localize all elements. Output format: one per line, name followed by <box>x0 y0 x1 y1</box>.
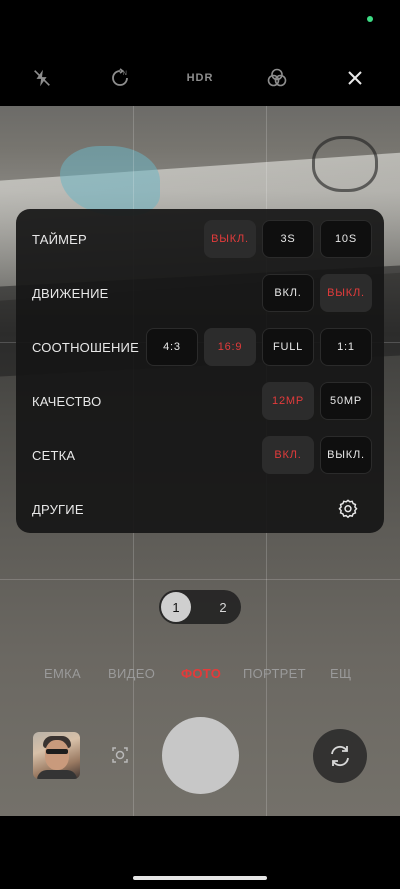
aspect-option-full[interactable]: FULL <box>262 328 314 366</box>
timer-option-3s[interactable]: 3S <box>262 220 314 258</box>
motion-option-off[interactable]: ВЫКЛ. <box>320 274 372 312</box>
filters-icon[interactable] <box>264 65 290 91</box>
grid-option-on[interactable]: ВКЛ. <box>262 436 314 474</box>
settings-row-label: СООТНОШЕНИЕ <box>32 340 139 355</box>
camera-settings-panel: ТАЙМЕР ВЫКЛ. 3S 10S ДВИЖЕНИЕ ВКЛ. ВЫКЛ. … <box>16 209 384 533</box>
close-icon[interactable] <box>342 65 368 91</box>
settings-row-other[interactable]: ДРУГИЕ <box>16 490 384 530</box>
camera-mode-carousel: ЕМКА ВИДЕО ФОТО ПОРТРЕТ ЕЩ <box>0 664 400 686</box>
grid-option-off[interactable]: ВЫКЛ. <box>320 436 372 474</box>
aspect-option-1-1[interactable]: 1:1 <box>320 328 372 366</box>
settings-row-quality: КАЧЕСТВО 12MP 50MP <box>16 382 384 422</box>
gallery-thumbnail[interactable] <box>33 732 80 779</box>
thumbnail-face <box>45 740 69 770</box>
lens-switch-icon[interactable] <box>110 745 130 765</box>
settings-row-label: ДРУГИЕ <box>32 502 84 517</box>
switch-camera-icon[interactable] <box>313 729 367 783</box>
settings-row-aspect-ratio: СООТНОШЕНИЕ 4:3 16:9 FULL 1:1 <box>16 328 384 368</box>
timer-icon[interactable]: N <box>107 65 133 91</box>
timer-option-off[interactable]: ВЫКЛ. <box>204 220 256 258</box>
zoom-selector: 1 2 <box>159 590 241 624</box>
settings-row-motion: ДВИЖЕНИЕ ВКЛ. ВЫКЛ. <box>16 274 384 314</box>
timer-option-10s[interactable]: 10S <box>320 220 372 258</box>
grid-line-horizontal <box>0 579 400 580</box>
settings-row-label: ТАЙМЕР <box>32 232 87 247</box>
settings-row-timer: ТАЙМЕР ВЫКЛ. 3S 10S <box>16 220 384 260</box>
mode-tab-more[interactable]: ЕЩ <box>330 666 351 681</box>
aspect-option-16-9[interactable]: 16:9 <box>204 328 256 366</box>
home-indicator[interactable] <box>133 876 267 880</box>
viewfinder-scene-glasses <box>312 136 378 192</box>
thumbnail-glasses <box>46 749 68 754</box>
shutter-button[interactable] <box>162 717 239 794</box>
zoom-option-2x[interactable]: 2 <box>213 592 233 622</box>
quality-option-12mp[interactable]: 12MP <box>262 382 314 420</box>
timer-badge: N <box>123 71 127 77</box>
mode-tab-video[interactable]: ВИДЕО <box>108 666 155 681</box>
settings-row-grid: СЕТКА ВКЛ. ВЫКЛ. <box>16 436 384 476</box>
camera-top-bar: N HDR <box>0 55 400 101</box>
quality-option-50mp[interactable]: 50MP <box>320 382 372 420</box>
motion-option-on[interactable]: ВКЛ. <box>262 274 314 312</box>
mode-tab-photo[interactable]: ФОТО <box>181 666 221 681</box>
gear-icon[interactable] <box>337 498 359 520</box>
settings-row-label: СЕТКА <box>32 448 76 463</box>
settings-row-label: ДВИЖЕНИЕ <box>32 286 109 301</box>
hdr-toggle[interactable]: HDR <box>183 65 217 91</box>
zoom-option-1x[interactable]: 1 <box>161 592 191 622</box>
flash-off-icon[interactable] <box>29 65 55 91</box>
settings-row-label: КАЧЕСТВО <box>32 394 102 409</box>
mode-tab-portrait[interactable]: ПОРТРЕТ <box>243 666 306 681</box>
aspect-option-4-3[interactable]: 4:3 <box>146 328 198 366</box>
mode-tab-shooting[interactable]: ЕМКА <box>44 666 81 681</box>
status-indicator-dot <box>367 16 373 22</box>
thumbnail-shirt <box>37 770 77 779</box>
